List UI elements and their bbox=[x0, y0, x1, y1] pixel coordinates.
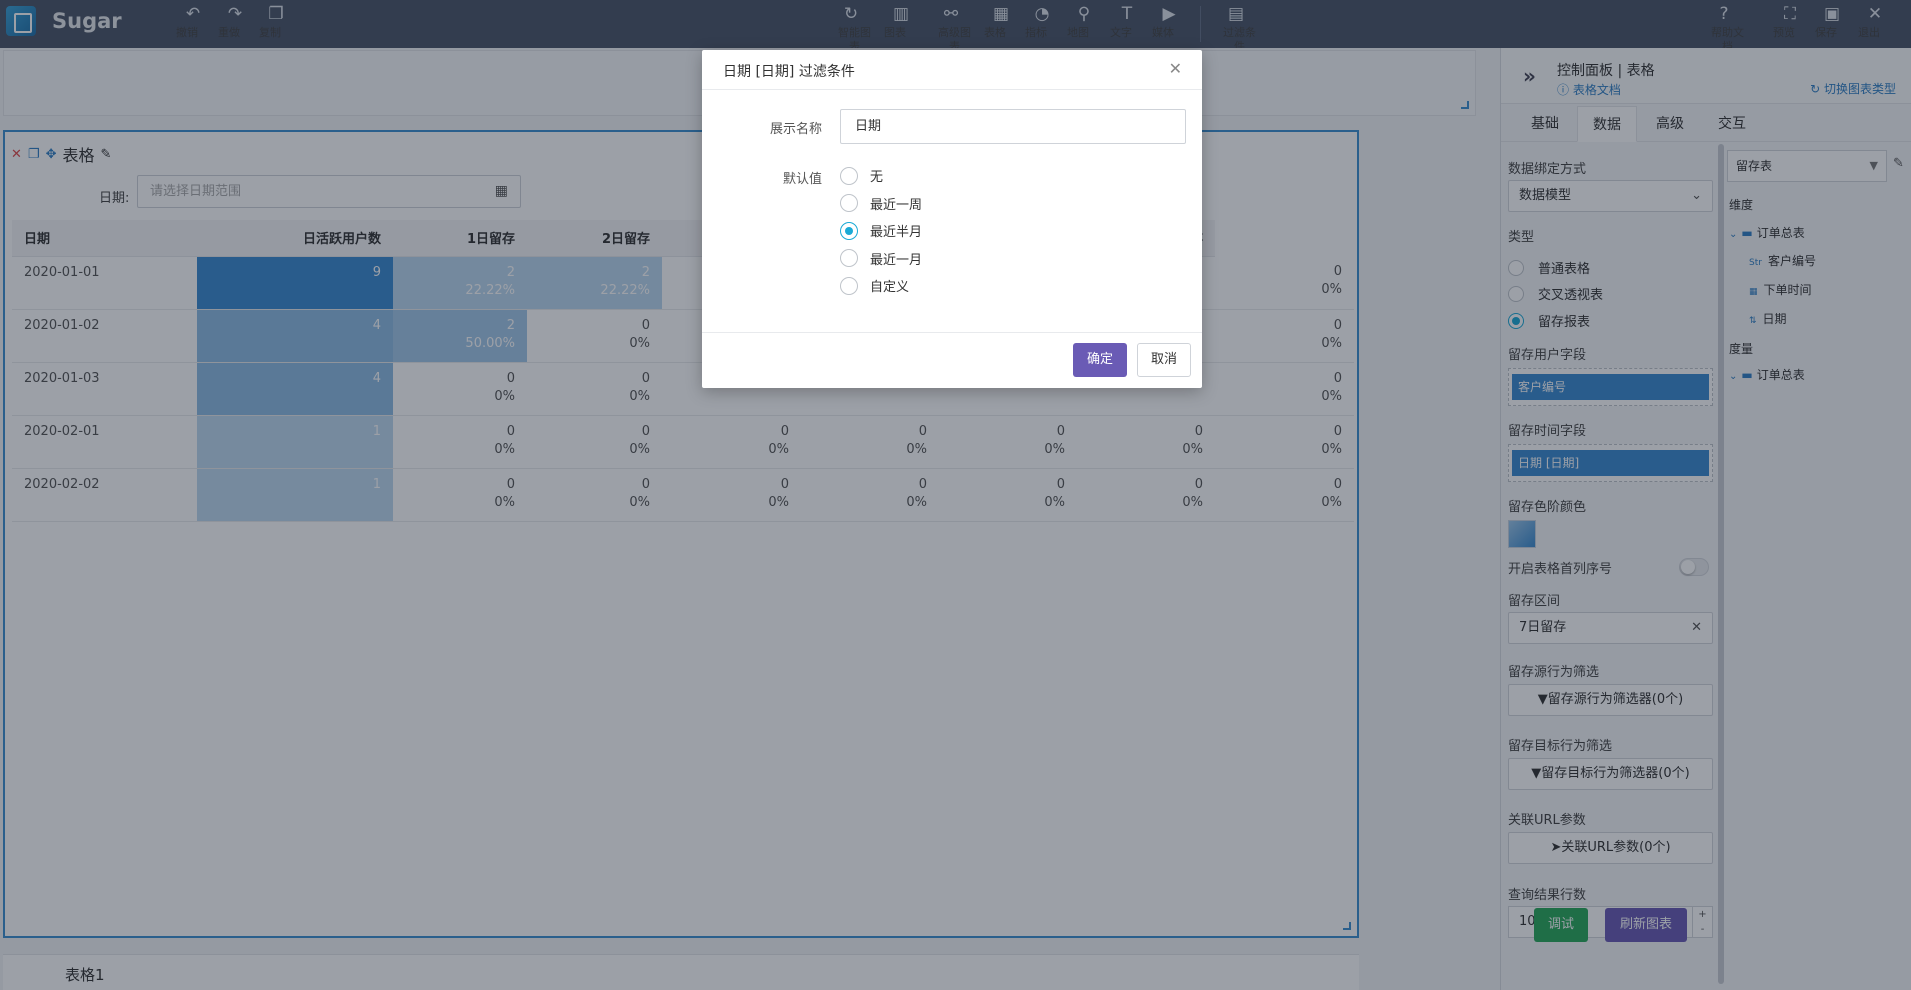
default-option[interactable]: 自定义 bbox=[840, 276, 909, 295]
default-option[interactable]: 最近一月 bbox=[840, 249, 922, 268]
default-option-label: 最近半月 bbox=[870, 225, 923, 240]
dialog-footer: 确定 取消 bbox=[702, 332, 1202, 388]
default-option-label: 最近一周 bbox=[870, 197, 923, 213]
default-option[interactable]: 最近半月 bbox=[840, 221, 922, 240]
default-option[interactable]: 最近一周 bbox=[840, 194, 922, 213]
radio-button[interactable] bbox=[840, 194, 858, 212]
default-option[interactable]: 无 bbox=[840, 166, 883, 185]
confirm-button[interactable]: 确定 bbox=[1073, 343, 1127, 377]
dialog-title: 日期 [日期] 过滤条件 bbox=[723, 64, 855, 80]
filter-dialog: 日期 [日期] 过滤条件 ✕ 展示名称 日期 默认值 无最近一周最近半月最近一月… bbox=[702, 50, 1202, 388]
display-name-label: 展示名称 bbox=[769, 122, 822, 137]
default-option-label: 最近一月 bbox=[870, 252, 923, 268]
radio-button[interactable] bbox=[840, 249, 858, 267]
cancel-button[interactable]: 取消 bbox=[1137, 343, 1191, 377]
close-icon[interactable]: ✕ bbox=[1169, 59, 1182, 78]
radio-button[interactable] bbox=[840, 276, 858, 295]
default-value-label: 默认值 bbox=[782, 172, 822, 187]
radio-button[interactable] bbox=[840, 221, 858, 240]
dialog-header: 日期 [日期] 过滤条件 ✕ bbox=[702, 50, 1202, 90]
display-name-input[interactable]: 日期 bbox=[840, 109, 1186, 144]
default-option-label: 自定义 bbox=[870, 280, 910, 295]
radio-button[interactable] bbox=[840, 166, 858, 185]
default-option-label: 无 bbox=[870, 170, 884, 185]
